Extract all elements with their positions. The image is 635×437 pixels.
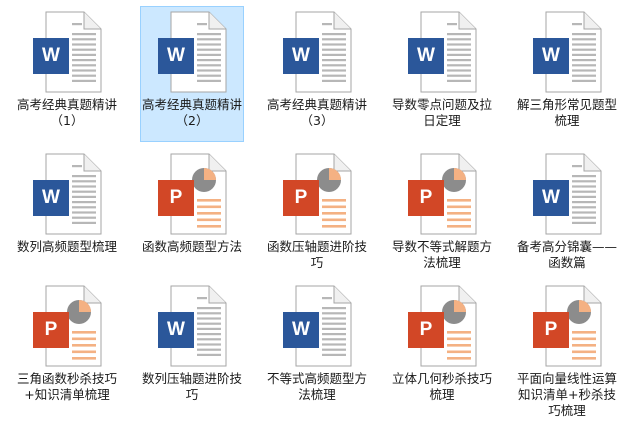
powerpoint-document-icon: P — [282, 153, 352, 235]
file-item[interactable]: W 高考经典真题精讲（1） — [15, 6, 119, 142]
word-document-icon: W — [157, 11, 227, 93]
file-type-letter: W — [292, 45, 310, 66]
file-name-label: 函数高频题型方法 — [142, 239, 243, 254]
file-name-label: 三角函数秒杀技巧+知识清单梳理 — [17, 371, 118, 402]
file-type-letter: W — [167, 319, 185, 340]
file-name-label: 函数压轴题进阶技巧 — [267, 239, 368, 270]
file-name-label: 解三角形常见题型梳理 — [517, 97, 618, 128]
file-name-label: 立体几何秒杀技巧梳理 — [392, 371, 493, 402]
file-type-letter: W — [292, 319, 310, 340]
powerpoint-document-icon: P — [157, 153, 227, 235]
file-type-letter: W — [42, 45, 60, 66]
file-item[interactable]: W 数列高频题型梳理 — [15, 148, 119, 284]
file-name-label: 高考经典真题精讲（3） — [267, 97, 368, 128]
file-name-label: 高考经典真题精讲（1） — [17, 97, 118, 128]
file-type-letter: W — [42, 187, 60, 208]
word-document-icon: W — [157, 285, 227, 367]
file-item[interactable]: W 解三角形常见题型梳理 — [515, 6, 619, 142]
word-document-icon: W — [407, 11, 477, 93]
file-name-label: 备考高分锦囊——函数篇 — [517, 239, 618, 270]
file-name-label: 数列高频题型梳理 — [17, 239, 118, 254]
powerpoint-document-icon: P — [32, 285, 102, 367]
powerpoint-document-icon: P — [407, 153, 477, 235]
file-name-label: 导数不等式解题方法梳理 — [392, 239, 493, 270]
file-item[interactable]: W 备考高分锦囊——函数篇 — [515, 148, 619, 284]
file-item[interactable]: W 高考经典真题精讲（3） — [265, 6, 369, 142]
file-item[interactable]: W 数列压轴题进阶技巧 — [140, 280, 244, 416]
file-type-letter: P — [544, 319, 558, 340]
file-type-letter: P — [419, 187, 433, 208]
word-document-icon: W — [532, 11, 602, 93]
file-item[interactable]: P 三角函数秒杀技巧+知识清单梳理 — [15, 280, 119, 416]
file-item[interactable]: P 函数压轴题进阶技巧 — [265, 148, 369, 284]
file-type-letter: W — [417, 45, 435, 66]
word-document-icon: W — [32, 11, 102, 93]
file-type-letter: W — [167, 45, 185, 66]
file-name-label: 平面向量线性运算知识清单+秒杀技巧梳理 — [517, 371, 618, 418]
word-document-icon: W — [32, 153, 102, 235]
file-name-label: 不等式高频题型方法梳理 — [267, 371, 368, 402]
file-item[interactable]: P 导数不等式解题方法梳理 — [390, 148, 494, 284]
file-item[interactable]: W 不等式高频题型方法梳理 — [265, 280, 369, 416]
word-document-icon: W — [532, 153, 602, 235]
file-type-letter: P — [294, 187, 308, 208]
file-icon-grid: W 高考经典真题精讲（1） W 高考经典真题精讲（2） W 高考经典真题精讲（3） W 导数零… — [0, 0, 635, 437]
file-name-label: 数列压轴题进阶技巧 — [142, 371, 243, 402]
file-type-letter: P — [44, 319, 58, 340]
powerpoint-document-icon: P — [532, 285, 602, 367]
word-document-icon: W — [282, 11, 352, 93]
file-type-letter: W — [542, 45, 560, 66]
file-item[interactable]: P 函数高频题型方法 — [140, 148, 244, 284]
powerpoint-document-icon: P — [407, 285, 477, 367]
file-item[interactable]: W 高考经典真题精讲（2） — [140, 6, 244, 142]
file-item[interactable]: P 平面向量线性运算知识清单+秒杀技巧梳理 — [515, 280, 619, 418]
word-document-icon: W — [282, 285, 352, 367]
file-type-letter: P — [169, 187, 183, 208]
file-item[interactable]: W 导数零点问题及拉日定理 — [390, 6, 494, 142]
file-name-label: 导数零点问题及拉日定理 — [392, 97, 493, 128]
file-type-letter: P — [419, 319, 433, 340]
file-item[interactable]: P 立体几何秒杀技巧梳理 — [390, 280, 494, 416]
file-name-label: 高考经典真题精讲（2） — [142, 97, 243, 128]
file-type-letter: W — [542, 187, 560, 208]
